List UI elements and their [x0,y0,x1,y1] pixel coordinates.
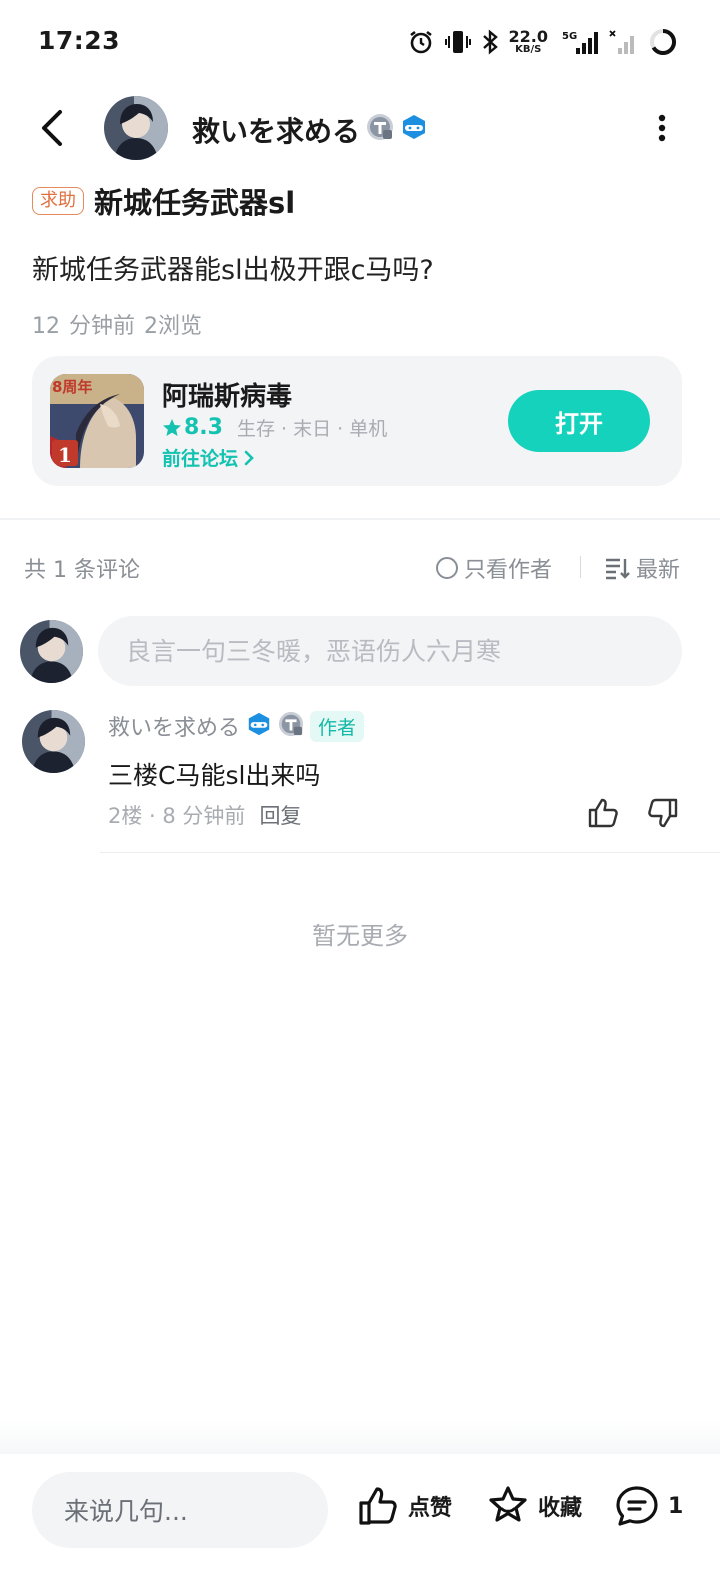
game-icon-badge-text: 8周年 [52,378,92,396]
reply-button[interactable]: 回复 [259,800,301,830]
section-divider [0,518,720,520]
status-time: 17:23 [38,26,121,55]
status-bar: 17:23 22.0 KB/S 5G [0,0,720,84]
bottom-reply-input[interactable]: 来说几句... [32,1472,328,1548]
commenter-username[interactable]: 救いを求める [108,710,240,742]
game-score: 8.3 [162,415,223,440]
game-name[interactable]: 阿瑞斯病毒 [162,376,292,413]
bluetooth-icon [481,28,499,56]
thumbs-down-icon [648,798,678,828]
sort-label: 最新 [636,558,681,583]
favorite-button[interactable]: 收藏 [486,1484,582,1528]
post-header: 救いを求める [0,88,720,168]
open-game-button[interactable]: 打开 [508,390,650,452]
game-rating-row: 8.3 生存 · 末日 · 单机 [162,414,387,441]
comments-button[interactable]: 1 [614,1484,683,1528]
network-speed: 22.0 KB/S [509,29,548,55]
chevron-right-icon [244,450,254,465]
comment-item: 救いを求める 作者 三楼C马能sl出来吗 2楼 · 8 分钟前 回复 [0,706,720,856]
alarm-icon [407,28,435,56]
post-time: 12 分钟前 [32,314,135,339]
my-avatar [20,620,83,683]
status-icons: 22.0 KB/S 5G [407,26,678,58]
game-card[interactable]: 8周年 1 阿瑞斯病毒 8.3 生存 · 末日 · 单机 前往论坛 打开 [32,356,682,486]
author-avatar[interactable] [104,96,168,160]
comments-count-badge: 1 [668,1493,684,1519]
commenter-row: 救いを求める 作者 [108,710,365,742]
comment-meta: 2楼 · 8 分钟前 回复 [108,800,301,830]
network-speed-unit: KB/S [515,44,542,55]
vibrate-icon [444,28,471,56]
post-body: 新城任务武器能sl出极开跟c马吗? [32,255,434,286]
game-forum-label: 前往论坛 [162,448,239,470]
star-outline-icon [489,1486,527,1522]
comments-count: 共 1 条评论 [24,558,140,583]
radio-circle-icon [436,557,458,579]
thumbs-up-icon [588,798,618,828]
network-speed-value: 22.0 [508,27,548,46]
author-username[interactable]: 救いを求める [192,110,360,150]
comment-input[interactable] [98,616,682,686]
comments-header: 共 1 条评论 只看作者 最新 [24,548,688,584]
game-icon-rank: 1 [58,443,72,467]
post-meta: 12 分钟前 2浏览 [32,308,202,340]
star-icon [163,418,181,436]
gamepad-badge-icon [246,711,272,741]
more-options-button[interactable] [650,110,674,146]
favorite-label: 收藏 [538,1496,583,1521]
chevron-left-icon [42,110,62,146]
network-type-label: 5G [562,31,577,42]
game-icon[interactable]: 8周年 1 [50,374,144,468]
game-forum-link[interactable]: 前往论坛 [162,444,256,471]
thumbs-up-icon [359,1487,397,1525]
like-post-button[interactable]: 点赞 [356,1484,452,1528]
comment-dislike-button[interactable] [646,796,680,830]
no-more-label: 暂无更多 [312,922,408,950]
post-title: 新城任务武器sl [94,186,296,220]
level-badge-icon [278,711,304,741]
author-only-label: 只看作者 [464,558,553,583]
level-badge-icon [366,113,394,145]
signal-5g-icon: 5G [558,28,598,56]
comment-bubble-icon [616,1486,658,1526]
signal-sim2-icon [608,28,638,56]
like-post-label: 点赞 [408,1496,453,1521]
author-badge: 作者 [310,710,365,742]
sort-button[interactable]: 最新 [604,552,680,584]
comment-floor-time: 2楼 · 8 分钟前 [108,804,246,828]
author-only-toggle[interactable]: 只看作者 [436,552,552,584]
post-views: 2浏览 [144,314,202,339]
game-tags: 生存 · 末日 · 单机 [236,418,388,440]
more-vertical-icon [658,114,666,142]
bottom-fade [0,1420,720,1454]
back-button[interactable] [36,108,72,148]
commenter-avatar[interactable] [22,710,85,773]
game-score-value: 8.3 [184,415,223,440]
gamepad-badge-icon [400,113,428,145]
bottom-action-bar: 来说几句... 点赞 收藏 1 [0,1454,720,1584]
comment-divider [100,852,720,853]
author-badges [366,113,428,145]
battery-ring-icon [648,27,678,57]
post-title-row: 求助 新城任务武器sl [32,180,295,222]
header-separator [580,556,581,578]
sort-icon [606,558,630,580]
comment-text: 三楼C马能sl出来吗 [108,761,321,790]
comment-like-button[interactable] [586,796,620,830]
post-tag-help[interactable]: 求助 [32,187,84,215]
